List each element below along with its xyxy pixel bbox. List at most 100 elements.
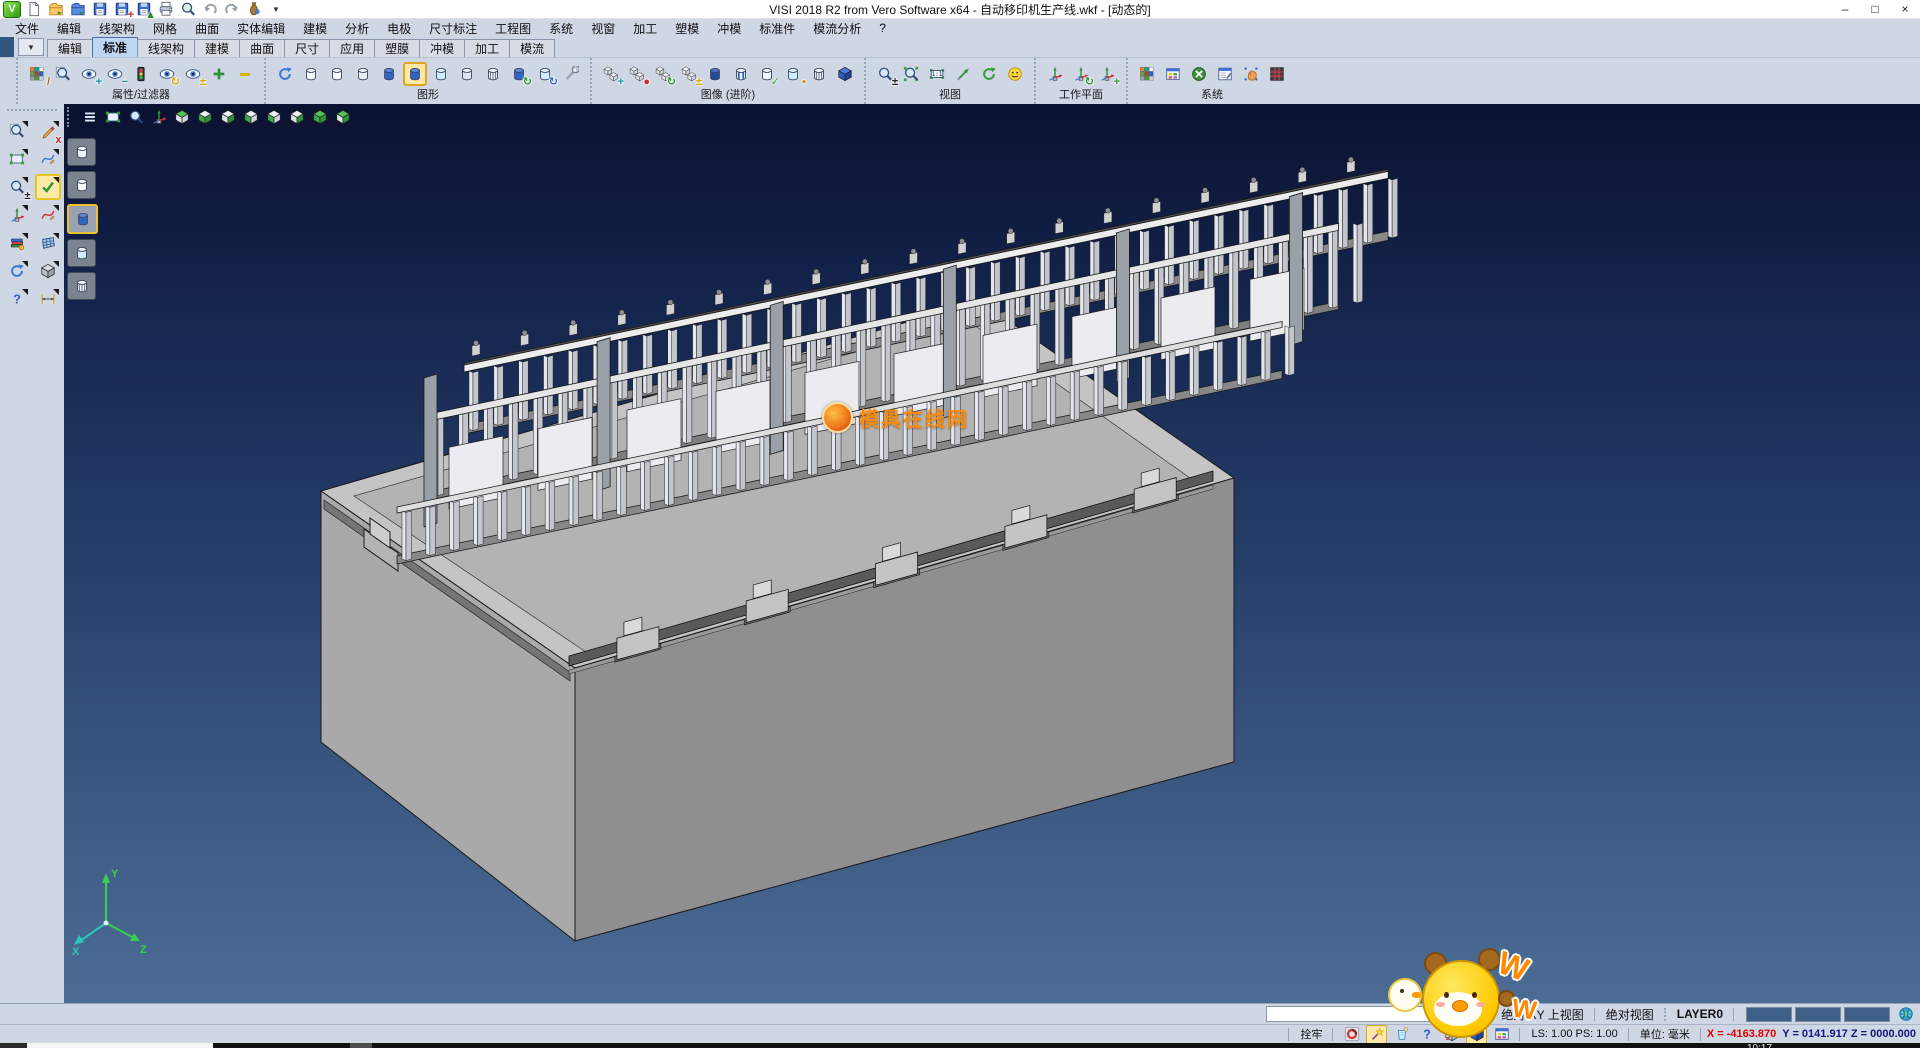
taskbar-search-box[interactable]	[27, 1043, 213, 1048]
menu-item-17[interactable]: 模流分析	[804, 19, 870, 38]
layout-grid-icon[interactable]	[1492, 1026, 1511, 1043]
zoom-solid-icon[interactable]: ±	[6, 176, 28, 198]
undo-icon[interactable]	[201, 1, 219, 17]
menu-item-10[interactable]: 工程图	[486, 19, 540, 38]
tab-9[interactable]: 加工	[464, 39, 510, 57]
visi-logo-icon[interactable]: V	[3, 1, 21, 17]
workplane-icon[interactable]	[1045, 64, 1065, 84]
sidebar-drag-handle[interactable]	[7, 109, 57, 111]
color-palette-icon[interactable]	[1137, 64, 1157, 84]
layer-color-swatch[interactable]	[1844, 1007, 1890, 1022]
solid-validate-icon[interactable]: ✓	[757, 64, 777, 84]
visibility-remove-icon[interactable]	[235, 64, 255, 84]
layer-label[interactable]: LAYER0	[1677, 1007, 1723, 1021]
attribute-editor-icon[interactable]: /	[27, 64, 47, 84]
command-input[interactable]: A	[1266, 1006, 1468, 1022]
adv-visibility-icon[interactable]: ●	[627, 64, 647, 84]
print-icon[interactable]	[157, 1, 175, 17]
tab-2[interactable]: 线架构	[137, 39, 195, 57]
update-solid-icon[interactable]: ↻	[535, 64, 555, 84]
menu-item-9[interactable]: 尺寸标注	[420, 19, 486, 38]
layer-color-swatch[interactable]	[1795, 1007, 1841, 1022]
open-file-icon[interactable]	[47, 1, 65, 17]
clipboard-icon[interactable]	[1392, 1026, 1411, 1043]
filter-refresh-icon[interactable]: ↻	[157, 64, 177, 84]
ucs-cube-icon[interactable]	[1467, 1026, 1486, 1043]
viewport-3d[interactable]: X Y Z 模具在线网	[64, 104, 1920, 1003]
context-help-icon[interactable]: ?	[1417, 1026, 1436, 1043]
window-select-icon[interactable]	[6, 148, 28, 170]
grid-settings-icon[interactable]	[1267, 64, 1287, 84]
record-macro-icon[interactable]	[1342, 1026, 1361, 1043]
view-mode-label[interactable]: 绝对 XY 上视图	[1501, 1006, 1583, 1023]
save-icon[interactable]	[91, 1, 109, 17]
attributes-books-icon[interactable]	[6, 232, 28, 254]
view-front-icon[interactable]	[264, 107, 284, 127]
view-axon-icon[interactable]	[333, 107, 353, 127]
layer-window-icon[interactable]	[37, 232, 59, 254]
rotate-view-icon[interactable]	[979, 64, 999, 84]
adv-refresh-icon[interactable]: ↻	[653, 64, 673, 84]
solid-tag-icon[interactable]: ▪	[783, 64, 803, 84]
menu-item-1[interactable]: 编辑	[48, 19, 90, 38]
dashed-line-mode-icon[interactable]	[353, 64, 373, 84]
globe-icon[interactable]	[1896, 1004, 1916, 1024]
visibility-add-icon[interactable]	[209, 64, 229, 84]
toolbar-options-icon[interactable]: ▼	[267, 1, 285, 17]
redo-icon[interactable]	[223, 1, 241, 17]
adv-add-icon[interactable]: +	[601, 64, 621, 84]
cs-view-icon[interactable]	[149, 107, 169, 127]
menu-item-15[interactable]: 冲模	[708, 19, 750, 38]
help-icon[interactable]: ?	[6, 288, 28, 310]
mode-shaded-icon[interactable]	[67, 204, 98, 234]
menu-item-3[interactable]: 网格	[144, 19, 186, 38]
tab-4[interactable]: 曲面	[239, 39, 285, 57]
tab-6[interactable]: 应用	[329, 39, 375, 57]
measure-distance-icon[interactable]	[37, 288, 59, 310]
redraw-icon[interactable]	[275, 64, 295, 84]
save-all-icon[interactable]: ▲	[135, 1, 153, 17]
menu-item-2[interactable]: 线架构	[90, 19, 144, 38]
table-settings-icon[interactable]	[1215, 64, 1235, 84]
view-bottom-icon[interactable]	[195, 107, 215, 127]
snap-cube-icon[interactable]	[1442, 1026, 1461, 1043]
view-eye-icon[interactable]	[1005, 64, 1025, 84]
viewport-menu-icon[interactable]	[80, 107, 100, 127]
menu-item-6[interactable]: 建模	[294, 19, 336, 38]
regen-solid-icon[interactable]: ↻	[509, 64, 529, 84]
mode-hatch-icon[interactable]	[67, 272, 96, 300]
tab-1[interactable]: 标准	[92, 37, 138, 57]
tab-0[interactable]: 编辑	[47, 39, 93, 57]
attribute-inspect-icon[interactable]	[53, 64, 73, 84]
regen-view-icon[interactable]	[6, 260, 28, 282]
menu-item-5[interactable]: 实体编辑	[228, 19, 294, 38]
validate-check-icon[interactable]	[37, 176, 59, 198]
ghost-mode-icon[interactable]	[457, 64, 477, 84]
zoom-in-out-icon[interactable]: ±	[875, 64, 895, 84]
workplane-align-icon[interactable]: +	[1097, 64, 1117, 84]
menu-item-16[interactable]: 标准件	[750, 19, 804, 38]
view-right-icon[interactable]	[218, 107, 238, 127]
zoom-window-icon[interactable]	[901, 64, 921, 84]
render-cube-icon[interactable]	[835, 64, 855, 84]
menu-item-8[interactable]: 电极	[378, 19, 420, 38]
minimize-button[interactable]: –	[1830, 1, 1860, 18]
menu-item-7[interactable]: 分析	[336, 19, 378, 38]
erase-tool-icon[interactable]: x	[37, 120, 59, 142]
magic-wand-icon[interactable]	[1367, 1026, 1386, 1043]
menu-item-18[interactable]: ?	[870, 20, 895, 36]
maximize-button[interactable]: □	[1860, 1, 1890, 18]
visi-gallery-icon[interactable]	[245, 1, 263, 17]
translucent-mode-icon[interactable]	[431, 64, 451, 84]
filter-traffic-light-icon[interactable]	[131, 64, 151, 84]
graphics-settings-icon[interactable]	[561, 64, 581, 84]
modify-curve-icon[interactable]	[37, 204, 59, 226]
solid-hatch-icon[interactable]	[809, 64, 829, 84]
hidden-line-mode-icon[interactable]	[327, 64, 347, 84]
menu-item-13[interactable]: 加工	[624, 19, 666, 38]
save-as-icon[interactable]: +	[113, 1, 131, 17]
hatch-mode-icon[interactable]	[483, 64, 503, 84]
wireframe-mode-icon[interactable]	[301, 64, 321, 84]
tab-10[interactable]: 模流	[509, 39, 555, 57]
solid-info-icon[interactable]	[37, 260, 59, 282]
